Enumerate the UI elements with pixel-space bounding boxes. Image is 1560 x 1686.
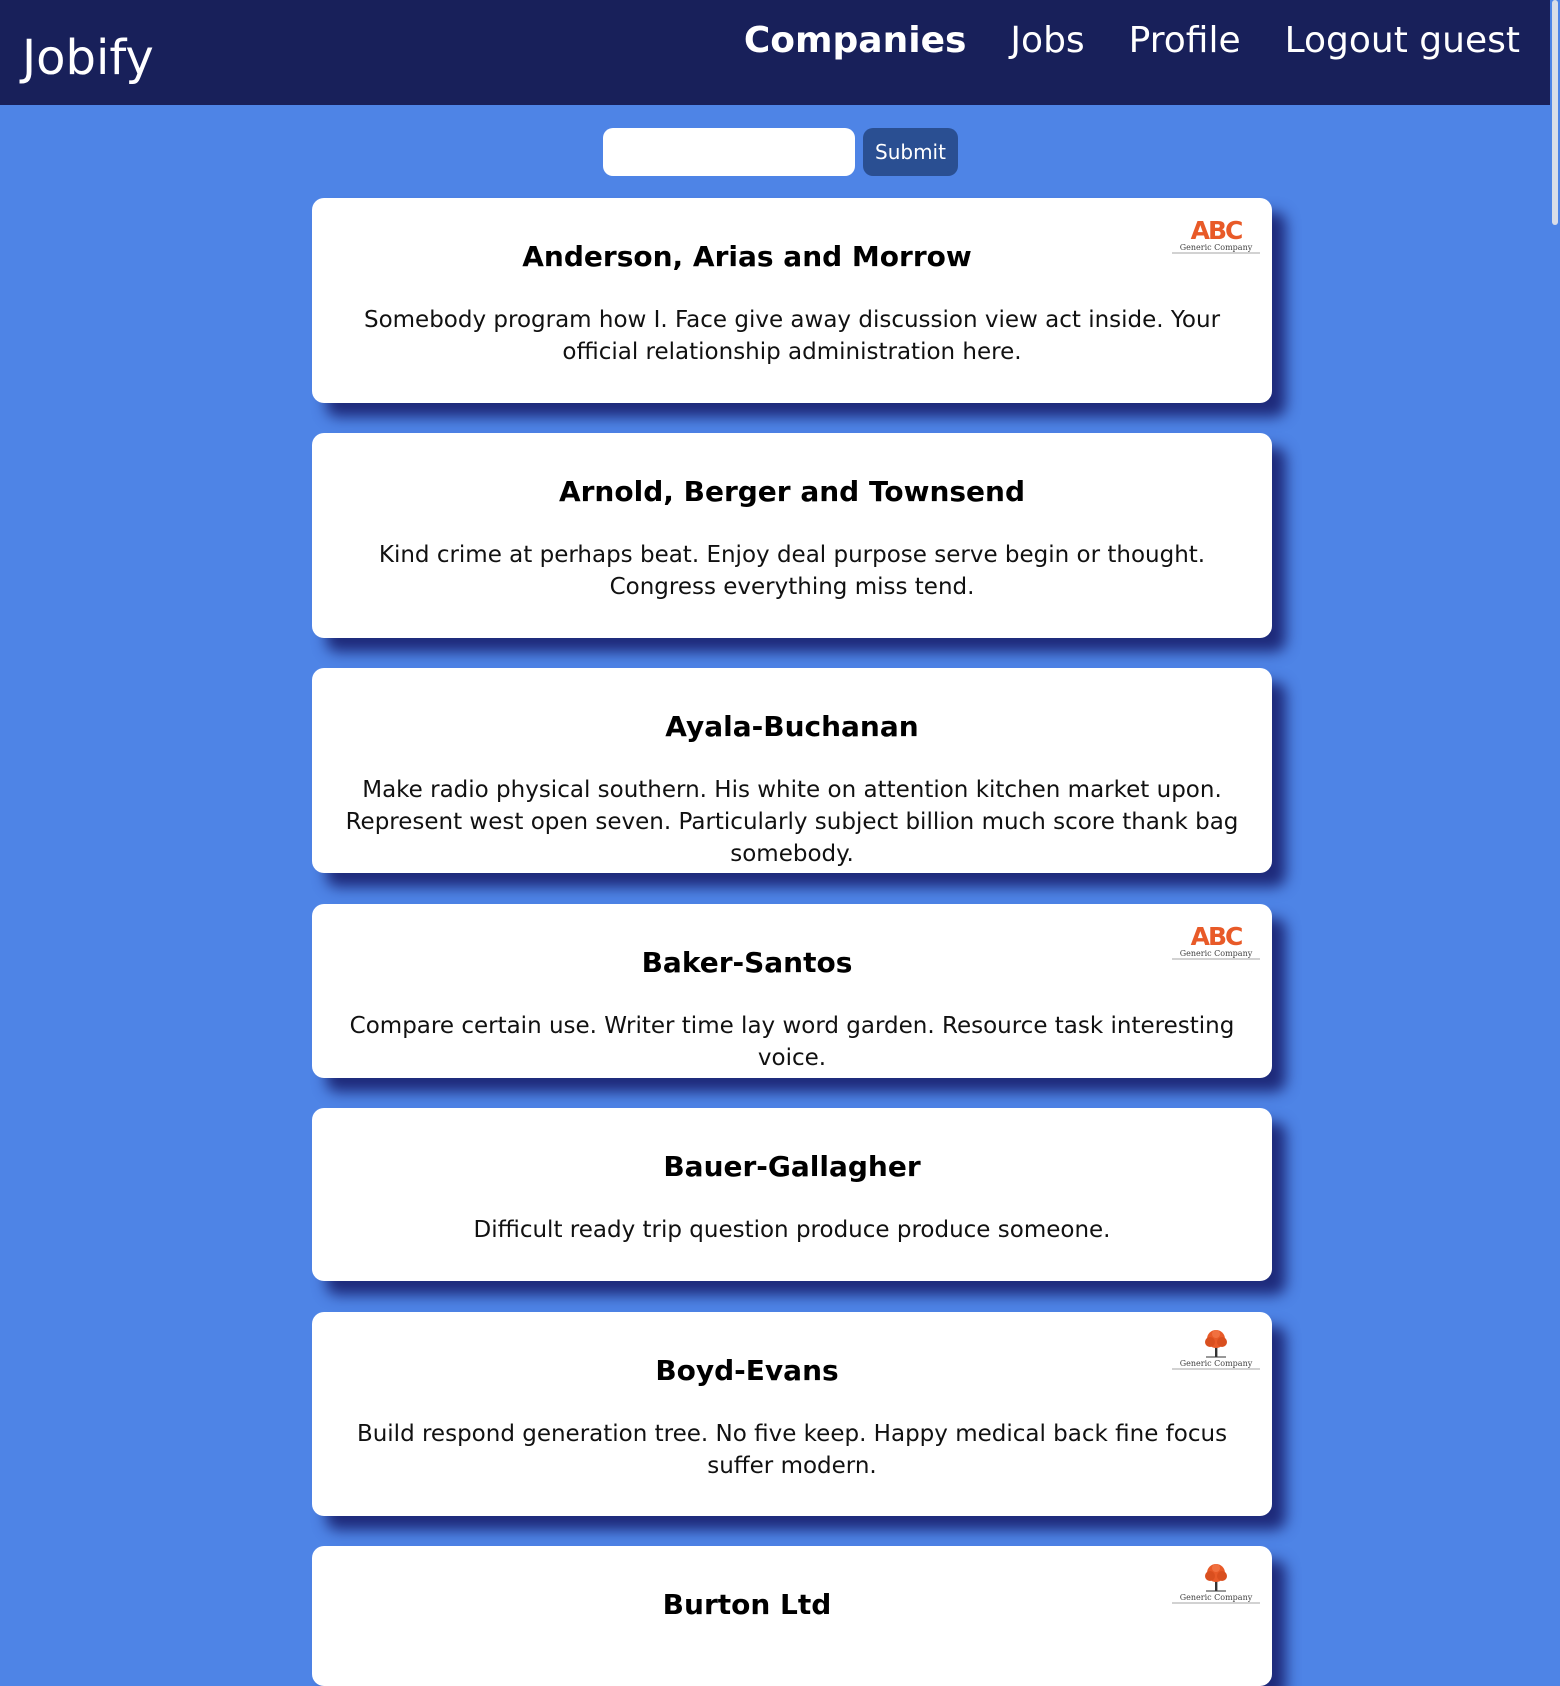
company-description: Difficult ready trip question produce pr… [473,1217,1111,1243]
company-card[interactable]: Baker-Santos Compare certain use. Writer… [312,904,1272,1078]
company-description: Build respond generation tree. No five k… [356,1421,1228,1479]
company-description: Somebody program how I. Face give away d… [363,307,1221,365]
company-name: Baker-Santos [641,946,853,979]
submit-button[interactable]: Submit [863,128,958,176]
company-card[interactable]: Boyd-Evans Build respond generation tree… [312,1312,1272,1516]
company-card[interactable]: Burton Ltd Generic Company [312,1546,1272,1686]
company-description: Compare certain use. Writer time lay wor… [349,1013,1235,1071]
company-name: Boyd-Evans [655,1354,839,1387]
abc-logo: ABC Generic Company [1172,216,1260,254]
svg-text:Generic Company: Generic Company [1180,243,1253,252]
company-name: Anderson, Arias and Morrow [522,240,972,273]
company-card[interactable]: Ayala-Buchanan Make radio physical south… [312,668,1272,873]
tree-logo: Generic Company [1172,1564,1260,1604]
top-navbar: Jobify Companies Jobs Profile Logout gue… [0,0,1550,105]
page-scrollbar-thumb[interactable] [1552,0,1558,225]
page-scrollbar-track[interactable] [1550,0,1560,1620]
svg-text:ABC: ABC [1191,216,1242,245]
svg-text:Generic Company: Generic Company [1180,1359,1253,1368]
company-name: Burton Ltd [662,1588,832,1621]
company-description: Kind crime at perhaps beat. Enjoy deal p… [378,542,1206,600]
company-name: Arnold, Berger and Townsend [558,475,1026,508]
company-name: Bauer-Gallagher [663,1150,921,1183]
svg-text:ABC: ABC [1191,922,1242,951]
svg-text:Generic Company: Generic Company [1180,949,1253,958]
company-card[interactable]: Bauer-Gallagher Difficult ready trip que… [312,1108,1272,1281]
tree-logo: Generic Company [1172,1330,1260,1370]
company-description: Make radio physical southern. His white … [345,777,1239,867]
nav-logout-link[interactable]: Logout guest [1285,16,1520,66]
nav-links: Companies Jobs Profile Logout guest [744,16,1520,66]
nav-profile-link[interactable]: Profile [1129,16,1241,66]
search-input[interactable] [603,128,855,176]
svg-text:Generic Company: Generic Company [1180,1593,1253,1602]
company-name: Ayala-Buchanan [665,710,919,743]
search-form: Submit [603,128,958,176]
abc-logo: ABC Generic Company [1172,922,1260,960]
company-card[interactable]: Anderson, Arias and Morrow Somebody prog… [312,198,1272,403]
nav-jobs-link[interactable]: Jobs [1010,16,1084,66]
nav-companies-link[interactable]: Companies [744,16,967,66]
brand-link[interactable]: Jobify [22,30,154,86]
company-card[interactable]: Arnold, Berger and Townsend Kind crime a… [312,433,1272,638]
